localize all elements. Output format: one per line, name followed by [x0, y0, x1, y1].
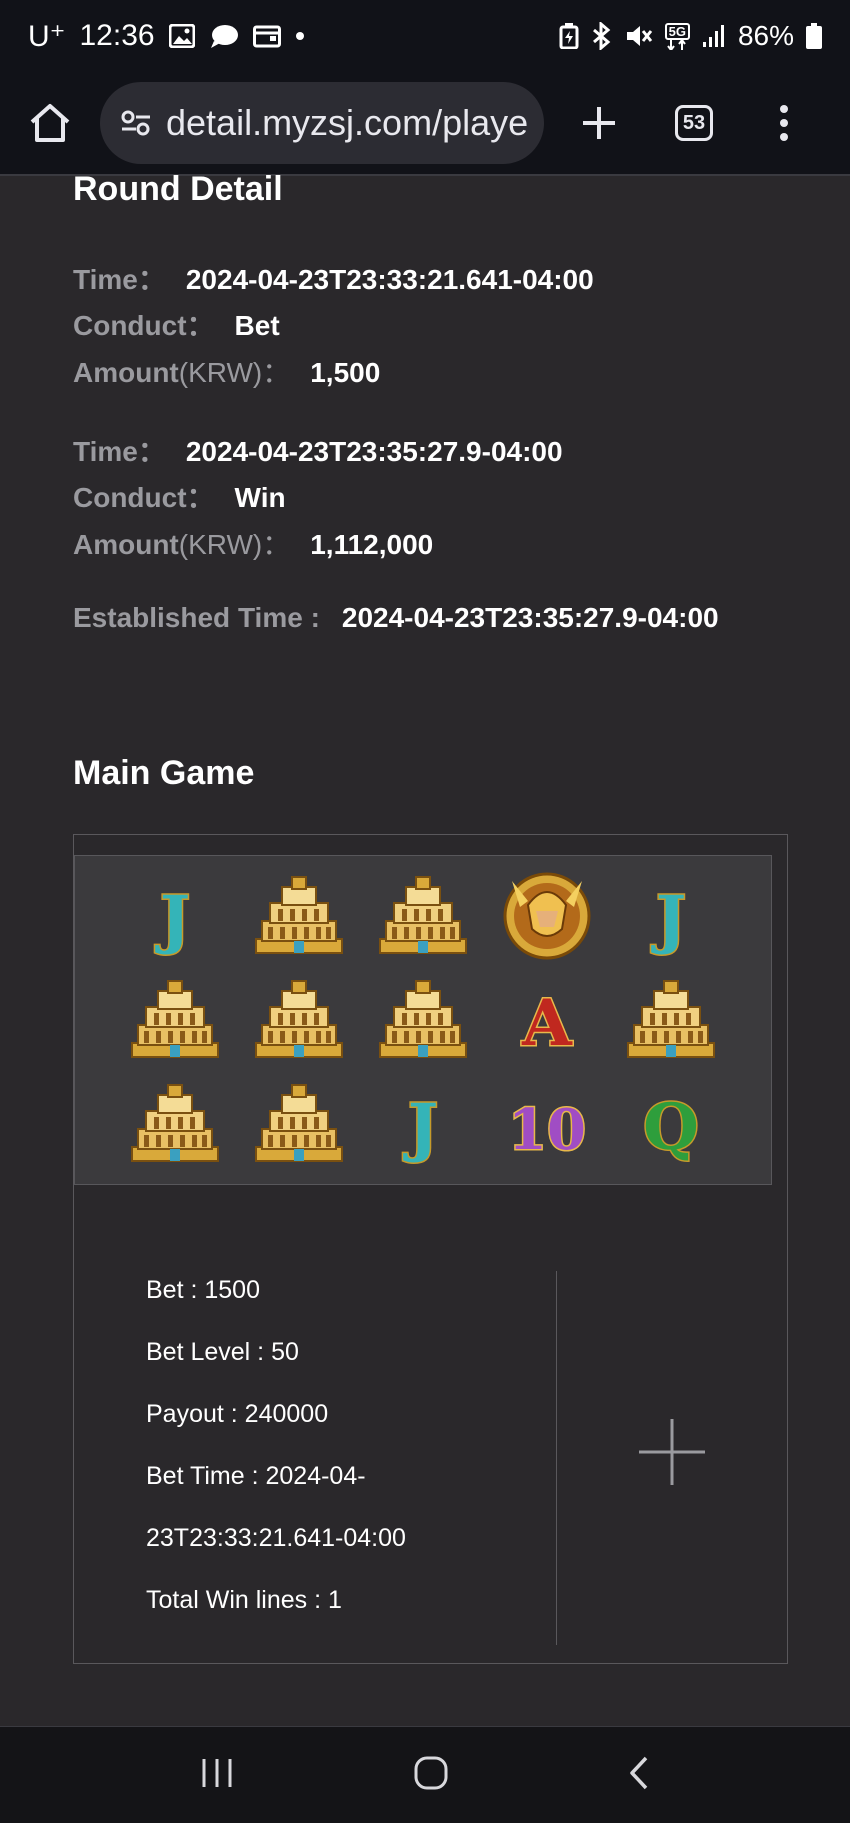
- time-label: Time：: [73, 264, 166, 295]
- main-game-panel: J J A J 10 Q Bet : 1500 Bet Level : 50 Payout…: [73, 834, 788, 1664]
- temple-symbol-icon: [609, 968, 733, 1072]
- gallery-icon: [168, 24, 195, 48]
- clock: 12:36: [79, 19, 155, 52]
- battery-percent: 86%: [737, 20, 794, 51]
- network-type-label: 5G: [664, 22, 690, 40]
- time-value: 2024-04-23T23:33:21.641-04:00: [185, 264, 594, 295]
- amount-label: Amount(KRW)：: [73, 523, 290, 563]
- entry-1-amount-row: Amount(KRW)： 1,500: [73, 351, 380, 391]
- established-time-label: Established Time :: [73, 602, 320, 633]
- letter-j-symbol-icon: J: [609, 864, 733, 968]
- established-time-value: 2024-04-23T23:35:27.9-04:00: [341, 602, 719, 633]
- temple-symbol-icon: [113, 1072, 237, 1176]
- entry-1-conduct-row: Conduct： Bet: [73, 304, 280, 344]
- carrier-label: U⁺: [28, 19, 66, 53]
- battery-icon: [806, 23, 822, 49]
- letter-q-symbol-icon: Q: [609, 1072, 733, 1176]
- entry-1-time-row: Time： 2024-04-23T23:33:21.641-04:00: [73, 258, 594, 298]
- plus-icon: [639, 1419, 705, 1485]
- letter-j-symbol-icon: J: [113, 864, 237, 968]
- svg-text:10: 10: [508, 1097, 586, 1163]
- bet-time-info-continued: 23T23:33:21.641-04:00: [146, 1524, 406, 1552]
- total-win-lines-info: Total Win lines : 1: [146, 1586, 342, 1614]
- site-settings-icon[interactable]: [120, 109, 152, 137]
- entry-2-amount-row: Amount(KRW)： 1,112,000: [73, 523, 433, 563]
- expand-details-button[interactable]: [639, 1419, 705, 1485]
- system-navigation-bar: [0, 1726, 850, 1823]
- home-circle-icon: [414, 1756, 448, 1789]
- temple-symbol-icon: [361, 968, 485, 1072]
- letter-a-symbol-icon: A: [485, 968, 609, 1072]
- network-5g-icon: 5G: [664, 22, 690, 50]
- recent-apps-icon: [202, 1758, 232, 1787]
- status-bar: U⁺ 12:36 5G 86%: [0, 0, 850, 72]
- address-bar[interactable]: detail.myzsj.com/playe: [100, 82, 544, 164]
- url-text: detail.myzsj.com/playe: [166, 102, 529, 143]
- svg-text:Q: Q: [643, 1090, 699, 1165]
- back-button[interactable]: [627, 1755, 651, 1796]
- svg-text:J: J: [651, 882, 686, 957]
- round-detail-title: Round Detail: [73, 170, 283, 208]
- amount-unit: (KRW)：: [178, 529, 291, 560]
- battery-saver-icon: [559, 23, 579, 49]
- plus-icon: [583, 107, 615, 139]
- amount-unit: (KRW)：: [178, 357, 291, 388]
- svg-text:J: J: [403, 1090, 438, 1165]
- info-divider: [556, 1271, 557, 1645]
- amount-value: 1,112,000: [310, 529, 434, 560]
- new-tab-button[interactable]: [544, 71, 654, 175]
- letter-j-symbol-icon: J: [361, 1072, 485, 1176]
- entry-2-time-row: Time： 2024-04-23T23:35:27.9-04:00: [73, 430, 563, 470]
- temple-symbol-icon: [237, 864, 361, 968]
- page-content: Round Detail Time： 2024-04-23T23:33:21.6…: [0, 170, 850, 1726]
- amount-label: Amount(KRW)：: [73, 351, 290, 391]
- signal-strength-icon: [702, 24, 726, 48]
- browser-menu-button[interactable]: [734, 71, 834, 175]
- main-game-title: Main Game: [73, 754, 255, 792]
- browser-toolbar: detail.myzsj.com/playe 53: [0, 72, 850, 176]
- chat-bubble-icon: [209, 23, 239, 49]
- time-value: 2024-04-23T23:35:27.9-04:00: [185, 436, 563, 467]
- svg-text:A: A: [521, 986, 573, 1061]
- back-chevron-icon: [630, 1756, 648, 1789]
- mute-icon: [625, 23, 653, 49]
- bluetooth-icon: [591, 22, 613, 50]
- more-vertical-icon: [780, 105, 788, 141]
- entry-2-conduct-row: Conduct： Win: [73, 476, 286, 516]
- svg-text:J: J: [155, 882, 190, 957]
- temple-symbol-icon: [237, 1072, 361, 1176]
- conduct-value: Bet: [234, 310, 280, 341]
- temple-symbol-icon: [113, 968, 237, 1072]
- warrior-coin-symbol-icon: [485, 864, 609, 968]
- recent-apps-button[interactable]: [199, 1757, 235, 1794]
- bet-level-info: Bet Level : 50: [146, 1338, 299, 1366]
- tab-count: 53: [675, 105, 713, 141]
- conduct-label: Conduct：: [73, 482, 215, 513]
- home-button[interactable]: [0, 71, 100, 175]
- wallet-icon: [252, 24, 281, 48]
- tab-switcher-button[interactable]: 53: [654, 71, 734, 175]
- notification-dot-icon: [295, 31, 305, 41]
- time-label: Time：: [73, 436, 166, 467]
- home-nav-button[interactable]: [413, 1755, 449, 1796]
- bet-info: Bet : 1500: [146, 1276, 260, 1304]
- payout-info: Payout : 240000: [146, 1400, 329, 1428]
- temple-symbol-icon: [361, 864, 485, 968]
- amount-value: 1,500: [310, 357, 381, 388]
- conduct-label: Conduct：: [73, 310, 215, 341]
- amount-label-text: Amount: [73, 357, 179, 388]
- bet-time-info: Bet Time : 2024-04-: [146, 1462, 366, 1490]
- temple-symbol-icon: [237, 968, 361, 1072]
- slot-reel-grid: J J A J 10 Q: [74, 855, 772, 1185]
- conduct-value: Win: [234, 482, 286, 513]
- round-info-list: Bet : 1500 Bet Level : 50 Payout : 24000…: [146, 1275, 406, 1647]
- established-time-row: Established Time : 2024-04-23T23:35:27.9…: [73, 602, 719, 634]
- home-icon: [30, 104, 70, 142]
- number-10-symbol-icon: 10: [485, 1072, 609, 1176]
- amount-label-text: Amount: [73, 529, 179, 560]
